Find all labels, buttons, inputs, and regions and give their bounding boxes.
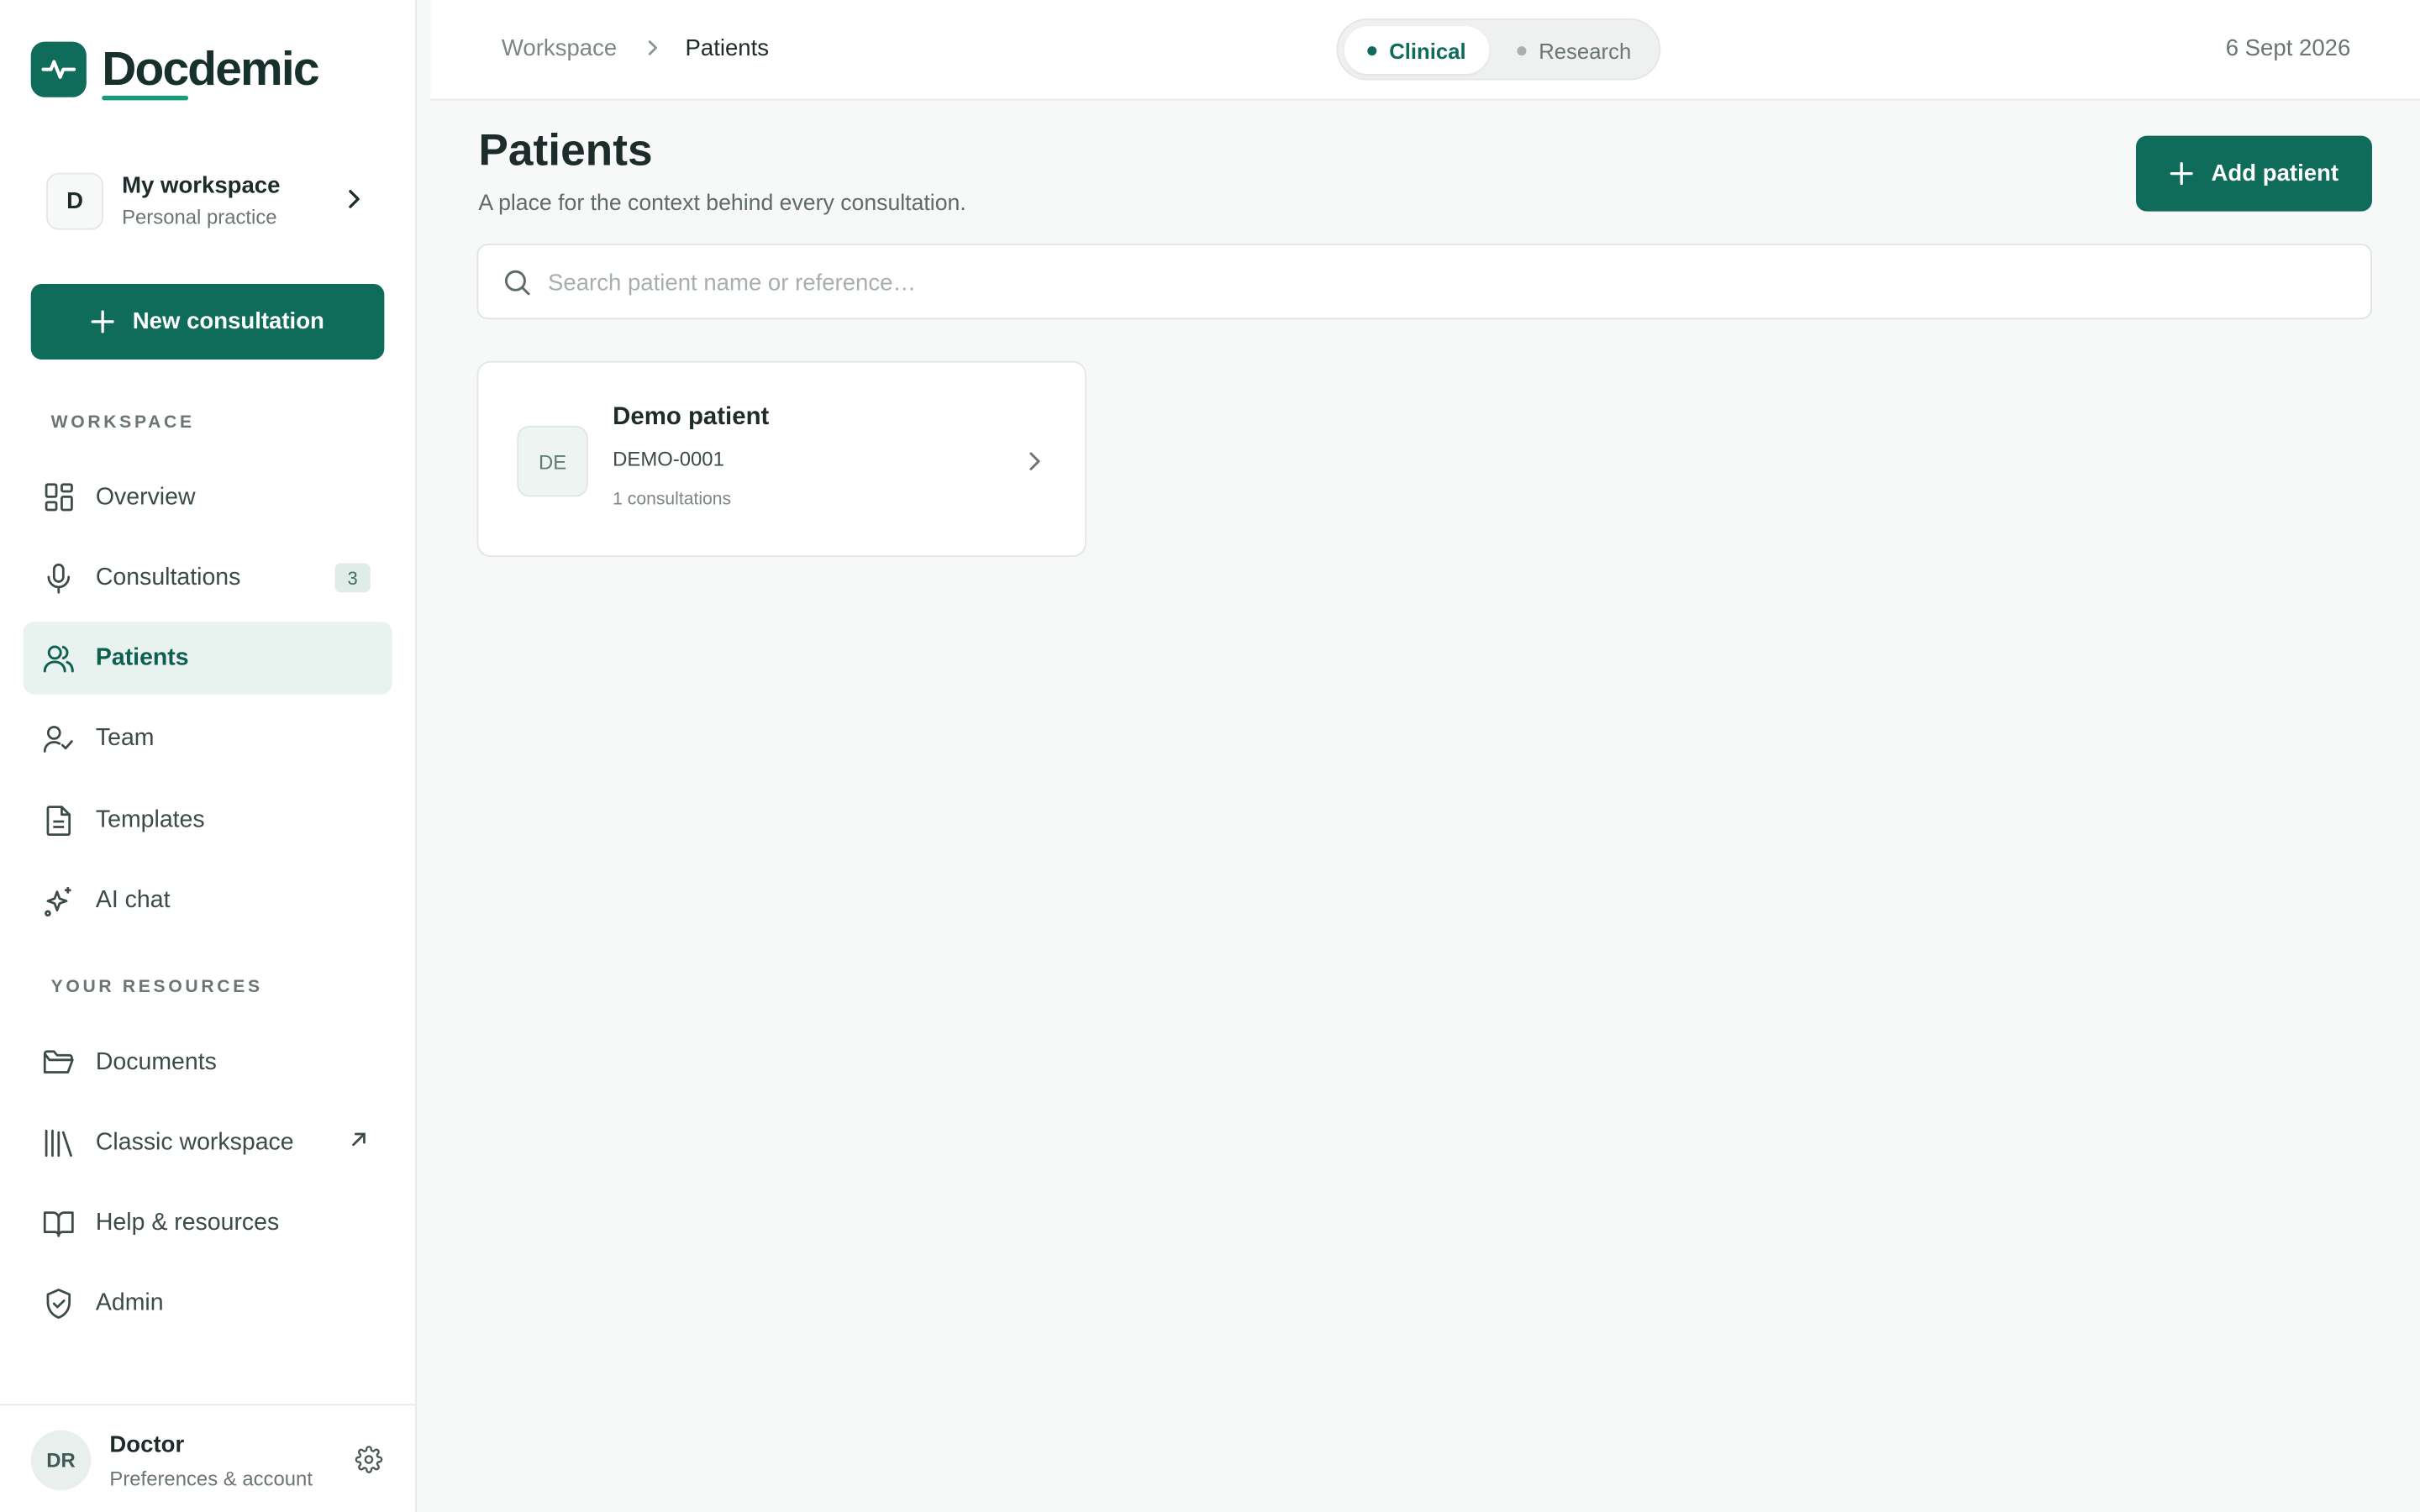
mode-label: Clinical <box>1389 37 1466 63</box>
page-title: Patients <box>478 126 653 176</box>
sidebar-item-label: Admin <box>95 1289 164 1315</box>
add-patient-label: Add patient <box>2211 160 2339 187</box>
patient-consultation-count: 1 consultations <box>613 491 732 510</box>
user-check-icon <box>43 722 74 753</box>
sidebar-item-label: Help & resources <box>95 1209 280 1236</box>
user-account-bar[interactable]: DR Doctor Preferences & account <box>0 1404 417 1512</box>
chevron-right-icon <box>648 40 657 55</box>
folder-icon <box>43 1047 74 1078</box>
section-resources-label: YOUR RESOURCES <box>50 978 263 997</box>
document-icon <box>43 805 74 836</box>
book-icon <box>43 1207 74 1238</box>
sidebar-item-overview[interactable]: Overview <box>24 461 392 533</box>
sidebar-item-consultations[interactable]: Consultations 3 <box>24 542 392 614</box>
chevron-right-icon <box>349 190 360 208</box>
patient-reference: DEMO-0001 <box>613 447 724 471</box>
section-workspace-label: WORKSPACE <box>50 413 195 433</box>
sidebar-item-team[interactable]: Team <box>24 702 392 774</box>
sidebar-item-label: Templates <box>95 806 205 832</box>
sidebar-item-label: Overview <box>95 483 196 511</box>
new-consultation-button[interactable]: New consultation <box>30 283 385 360</box>
plus-icon <box>2170 162 2193 186</box>
breadcrumb-current: Patients <box>685 35 770 62</box>
workspace-name: My workspace <box>122 172 281 199</box>
workspace-avatar: D <box>46 171 104 229</box>
top-bar: Workspace Patients Clinical Research 6 S… <box>430 0 2420 101</box>
mode-label: Research <box>1539 37 1632 63</box>
current-date: 6 Sept 2026 <box>2225 35 2351 62</box>
patient-name: Demo patient <box>613 404 770 431</box>
shield-icon <box>43 1288 74 1319</box>
sidebar-item-patients[interactable]: Patients <box>23 622 392 695</box>
sidebar-item-label: AI chat <box>95 886 171 913</box>
sidebar-item-admin[interactable]: Admin <box>24 1267 392 1339</box>
brand-name: Docdemic <box>102 41 319 96</box>
sidebar: Docdemic D My workspace Personal practic… <box>0 0 417 1512</box>
gear-icon[interactable] <box>355 1446 383 1473</box>
sidebar-item-label: Patients <box>95 643 189 671</box>
workspace-switcher[interactable]: D My workspace Personal practice <box>46 170 386 231</box>
mode-toggle: Clinical Research <box>1336 18 1661 81</box>
sidebar-item-label: Documents <box>95 1048 217 1075</box>
sidebar-item-help-resources[interactable]: Help & resources <box>24 1186 392 1258</box>
new-consultation-label: New consultation <box>132 308 324 335</box>
search-bar <box>476 244 2373 320</box>
pulse-icon <box>30 41 87 97</box>
sidebar-item-templates[interactable]: Templates <box>24 784 392 856</box>
grid-icon <box>43 482 74 513</box>
breadcrumb-workspace[interactable]: Workspace <box>502 35 617 61</box>
sidebar-item-documents[interactable]: Documents <box>24 1026 392 1098</box>
patient-card[interactable]: DE Demo patient DEMO-0001 1 consultation… <box>476 360 1087 558</box>
mode-research-button[interactable]: Research <box>1517 26 1631 74</box>
sidebar-item-label: Consultations <box>95 564 241 591</box>
dot-icon <box>1367 45 1377 55</box>
sidebar-item-label: Team <box>95 724 155 751</box>
microphone-icon <box>43 562 74 593</box>
patient-avatar: DE <box>517 425 588 497</box>
user-avatar: DR <box>30 1430 92 1491</box>
sparkles-icon <box>43 885 74 916</box>
plus-icon <box>91 310 114 333</box>
consultations-count-badge: 3 <box>334 563 371 593</box>
add-patient-button[interactable]: Add patient <box>2135 135 2373 212</box>
library-icon <box>43 1127 74 1158</box>
search-icon <box>504 270 530 296</box>
sidebar-item-ai-chat[interactable]: AI chat <box>24 864 392 937</box>
page-subtitle: A place for the context behind every con… <box>478 191 966 217</box>
workspace-subtitle: Personal practice <box>122 205 277 228</box>
sidebar-item-classic-workspace[interactable]: Classic workspace <box>24 1106 392 1179</box>
chevron-right-icon <box>1029 452 1040 470</box>
user-name: Doctor <box>109 1431 185 1458</box>
search-input[interactable] <box>548 264 2338 302</box>
brand-underline <box>102 95 189 101</box>
sidebar-item-label: Classic workspace <box>95 1128 294 1155</box>
users-icon <box>43 643 74 674</box>
external-link-icon <box>352 1132 366 1147</box>
user-subtitle: Preferences & account <box>109 1467 313 1491</box>
mode-clinical-button[interactable]: Clinical <box>1344 26 1490 75</box>
brand-logo[interactable]: Docdemic <box>30 41 320 101</box>
dot-icon <box>1517 45 1527 55</box>
